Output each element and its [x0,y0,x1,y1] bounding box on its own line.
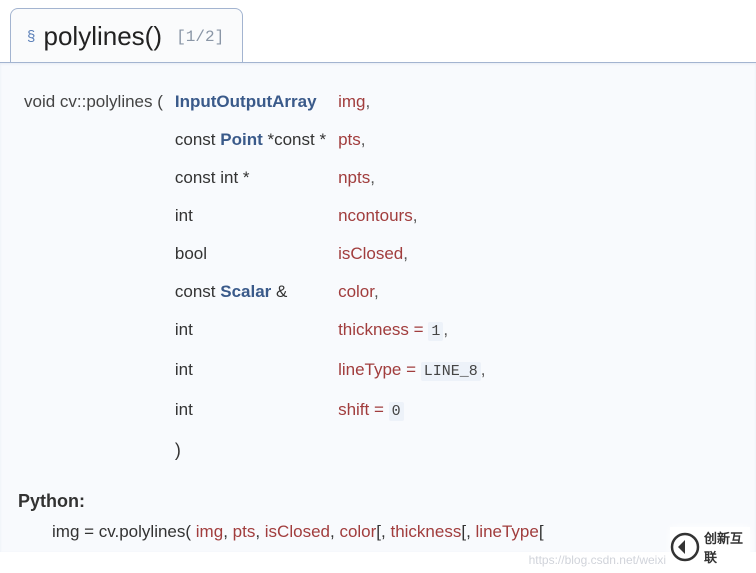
python-signature: img = cv.polylines( img, pts, isClosed, … [52,522,756,542]
watermark-brand: 创新互联 [704,528,750,566]
param-name: npts [338,168,370,187]
default-literal: 0 [389,402,404,421]
type-link[interactable]: InputOutputArray [175,92,317,111]
param-row: const Scalar & color, [18,277,492,307]
param-name: thickness = [338,320,428,339]
param-row: int lineType = LINE_8, [18,355,492,387]
overload-counter: [1/2] [176,28,224,46]
param-name: ncontours [338,206,413,225]
param-row: const Point *const * pts, [18,125,492,155]
param-row: void cv::polylines ( InputOutputArray im… [18,87,492,117]
param-row: bool isClosed, [18,239,492,269]
param-name: color [338,282,374,301]
documentation-body: void cv::polylines ( InputOutputArray im… [0,62,756,552]
param-name: img [338,92,365,111]
watermark-url: https://blog.csdn.net/weixi [529,553,666,567]
param-name: lineType = [338,360,421,379]
signature-table: void cv::polylines ( InputOutputArray im… [18,79,492,473]
section-link-icon[interactable]: § [27,28,35,45]
param-row: int ncontours, [18,201,492,231]
return-and-qualifier: void cv::polylines ( [24,92,163,111]
param-name: isClosed [338,244,403,263]
close-paren-row: ) [18,435,492,465]
type-link[interactable]: Scalar [220,282,271,301]
function-name: polylines() [44,21,163,51]
type-text: int [175,400,193,419]
function-tab: § polylines() [1/2] [10,8,243,62]
param-row: int thickness = 1, [18,315,492,347]
param-row: const int * npts, [18,163,492,193]
type-text: bool [175,244,207,263]
param-name: shift = [338,400,389,419]
param-row: int shift = 0 [18,395,492,427]
default-literal[interactable]: LINE_8 [421,362,481,381]
watermark-logo: 创新互联 [670,527,750,567]
type-text: int [175,206,193,225]
default-literal: 1 [428,322,443,341]
python-heading: Python: [18,491,756,512]
type-text: int [175,320,193,339]
param-name: pts [338,130,361,149]
type-link[interactable]: Point [220,130,263,149]
type-text: int [175,360,193,379]
close-paren: ) [169,435,332,465]
type-text: const int * [175,168,250,187]
